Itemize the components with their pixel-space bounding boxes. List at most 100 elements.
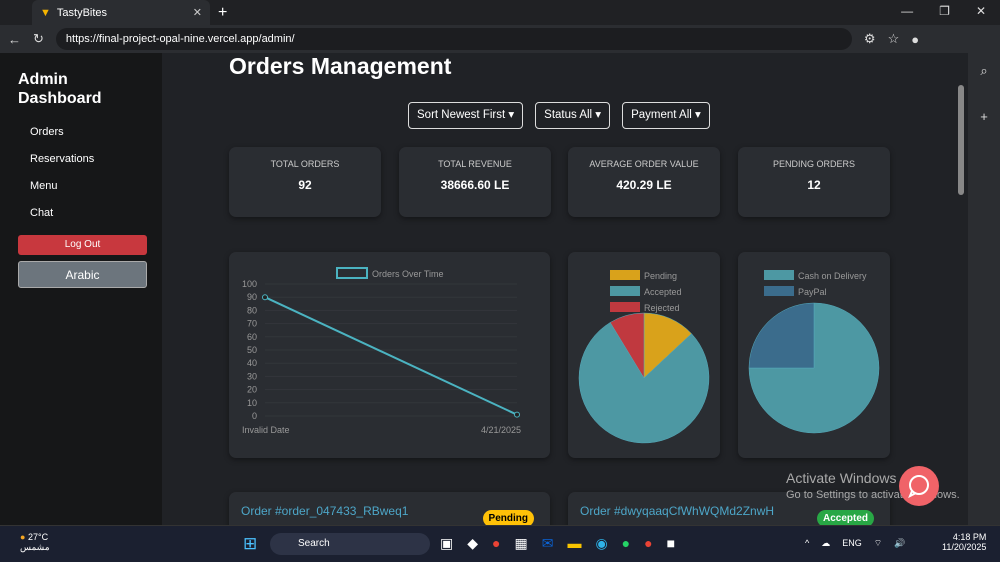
favorites-icon[interactable]: ☆ xyxy=(888,31,900,47)
y-tick-label: 70 xyxy=(247,319,257,329)
y-tick-label: 100 xyxy=(242,279,257,289)
status-badge: Pending xyxy=(482,510,534,525)
y-tick-label: 90 xyxy=(247,292,257,302)
main-content: Orders Management Sort Newest First ▾ St… xyxy=(162,53,954,525)
data-point xyxy=(262,294,268,301)
stat-label: TOTAL REVENUE xyxy=(438,159,512,169)
volume-icon[interactable]: 🔊 xyxy=(894,538,905,549)
scrollbar-thumb[interactable] xyxy=(958,85,964,195)
browser-tab[interactable]: ▼ TastyBites ✕ xyxy=(32,0,210,25)
y-tick-label: 30 xyxy=(247,371,257,381)
order-id: Order #dwyqaaqCfWhWQMd2ZnwH xyxy=(580,504,775,518)
outlook-icon[interactable]: ✉ xyxy=(542,535,554,552)
legend-label: PayPal xyxy=(798,287,827,297)
language-indicator[interactable]: ENG xyxy=(842,538,862,549)
weather-widget[interactable]: ● 27°C مشمس xyxy=(20,532,50,553)
minimize-button[interactable]: — xyxy=(901,4,913,18)
system-tray: ^ ☁ ENG ⌔ 🔊 xyxy=(805,538,905,549)
profile-avatar[interactable]: ● xyxy=(911,32,919,47)
sun-icon: ● xyxy=(20,532,26,542)
activate-windows-watermark: Activate Windows xyxy=(786,470,897,486)
chevron-up-icon[interactable]: ^ xyxy=(805,538,809,549)
reload-icon[interactable]: ↻ xyxy=(33,31,44,47)
page-scrollbar[interactable] xyxy=(954,53,968,525)
new-tab-button[interactable]: + xyxy=(218,4,227,22)
address-bar-row: ← ↻ https://final-project-opal-nine.verce… xyxy=(0,25,1000,53)
series-line xyxy=(264,296,518,416)
stat-value: 420.29 LE xyxy=(616,178,672,192)
copilot-icon[interactable]: ◆ xyxy=(467,535,478,552)
y-tick-label: 10 xyxy=(247,398,257,408)
sidebar-item-orders[interactable]: Orders xyxy=(30,126,162,138)
pie-slice-paypal xyxy=(748,302,815,369)
legend-swatch xyxy=(610,302,640,312)
arabic-language-button[interactable]: Arabic xyxy=(18,261,147,288)
chrome-icon[interactable]: ● xyxy=(492,535,500,552)
legend-swatch xyxy=(764,286,794,296)
payment-dropdown[interactable]: Payment All ▾ xyxy=(622,102,710,129)
stat-label: PENDING ORDERS xyxy=(772,159,855,169)
search-icon[interactable]: ⌕ xyxy=(980,63,987,79)
legend-label: Pending xyxy=(644,271,677,281)
legend-label: Rejected xyxy=(644,303,680,313)
x-tick-label: Invalid Date xyxy=(242,425,290,435)
cloud-icon[interactable]: ☁ xyxy=(821,538,830,549)
clock[interactable]: 4:18 PM 11/20/2025 xyxy=(942,532,986,552)
y-tick-label: 80 xyxy=(247,305,257,315)
stat-label: TOTAL ORDERS xyxy=(270,159,340,169)
windows-taskbar: ● 27°C مشمس ⊞ Search ▣ ◆ ● ▦ ✉ ▬ ◉ ● ● ■ ^ ☁ ENG ⌔ 🔊 4… xyxy=(0,525,1000,562)
taskbar-apps: ▣ ◆ ● ▦ ✉ ▬ ◉ ● ● ■ xyxy=(440,535,675,552)
y-tick-label: 20 xyxy=(247,385,257,395)
wifi-icon[interactable]: ⌔ xyxy=(874,538,882,549)
legend-swatch xyxy=(336,267,368,279)
sidebar-item-reservations[interactable]: Reservations xyxy=(30,153,162,165)
stat-value: 12 xyxy=(807,178,821,192)
stat-total-orders: TOTAL ORDERS 92 xyxy=(229,147,381,217)
whatsapp-icon[interactable]: ● xyxy=(622,535,630,552)
admin-sidebar: Admin Dashboard Orders Reservations Menu… xyxy=(0,53,162,525)
sidebar-item-menu[interactable]: Menu xyxy=(30,180,162,192)
orders-over-time-chart: Orders Over Time 100 90 80 70 60 50 40 30 20 10 0 In… xyxy=(229,252,550,458)
legend-swatch xyxy=(610,270,640,280)
x-tick-label: 4/21/2025 xyxy=(481,425,521,435)
legend-swatch xyxy=(610,286,640,296)
stat-value: 38666.60 LE xyxy=(440,178,510,192)
edge-icon[interactable]: ◉ xyxy=(595,535,607,552)
chat-button[interactable] xyxy=(899,466,939,506)
order-id: Order #order_047433_RBweq1 xyxy=(241,504,409,518)
chrome-icon-2[interactable]: ● xyxy=(644,535,652,552)
sidebar-item-chat[interactable]: Chat xyxy=(30,207,162,219)
status-badge: Accepted xyxy=(816,510,874,525)
sort-dropdown[interactable]: Sort Newest First ▾ xyxy=(408,102,524,129)
stat-total-revenue: TOTAL REVENUE 38666.60 LE xyxy=(399,147,551,217)
stat-label: AVERAGE ORDER VALUE xyxy=(589,159,699,169)
maximize-button[interactable]: ❐ xyxy=(939,4,950,18)
y-tick-label: 0 xyxy=(252,411,257,421)
stat-value: 92 xyxy=(298,178,312,192)
order-card[interactable]: Order #order_047433_RBweq1 Pending xyxy=(229,492,550,525)
y-tick-label: 50 xyxy=(247,345,257,355)
app-icon[interactable]: ■ xyxy=(667,535,675,552)
y-tick-label: 60 xyxy=(247,332,257,342)
store-icon[interactable]: ▦ xyxy=(514,535,527,552)
legend-label: Orders Over Time xyxy=(372,269,444,279)
chat-bubble-icon xyxy=(908,475,929,499)
url-input[interactable]: https://final-project-opal-nine.vercel.a… xyxy=(55,28,852,50)
task-view-icon[interactable]: ▣ xyxy=(440,535,453,552)
start-icon[interactable]: ⊞ xyxy=(243,534,257,554)
status-pie-chart: Pending Accepted Rejected xyxy=(568,252,720,458)
back-icon[interactable]: ← xyxy=(8,32,21,47)
logout-button[interactable]: Log Out xyxy=(18,235,147,255)
tastybites-icon: ▼ xyxy=(40,6,51,19)
status-dropdown[interactable]: Status All ▾ xyxy=(535,102,611,129)
taskbar-search[interactable]: Search xyxy=(270,533,430,555)
close-window-button[interactable]: ✕ xyxy=(976,4,986,18)
file-explorer-icon[interactable]: ▬ xyxy=(567,535,581,552)
extensions-icon[interactable]: ⚙ xyxy=(864,31,876,47)
close-tab-icon[interactable]: ✕ xyxy=(193,6,202,19)
data-point xyxy=(514,411,520,418)
stat-average-order: AVERAGE ORDER VALUE 420.29 LE xyxy=(568,147,720,217)
payment-pie-chart: Cash on Delivery PayPal xyxy=(738,252,890,458)
add-icon[interactable]: + xyxy=(980,109,988,124)
legend-swatch xyxy=(764,270,794,280)
